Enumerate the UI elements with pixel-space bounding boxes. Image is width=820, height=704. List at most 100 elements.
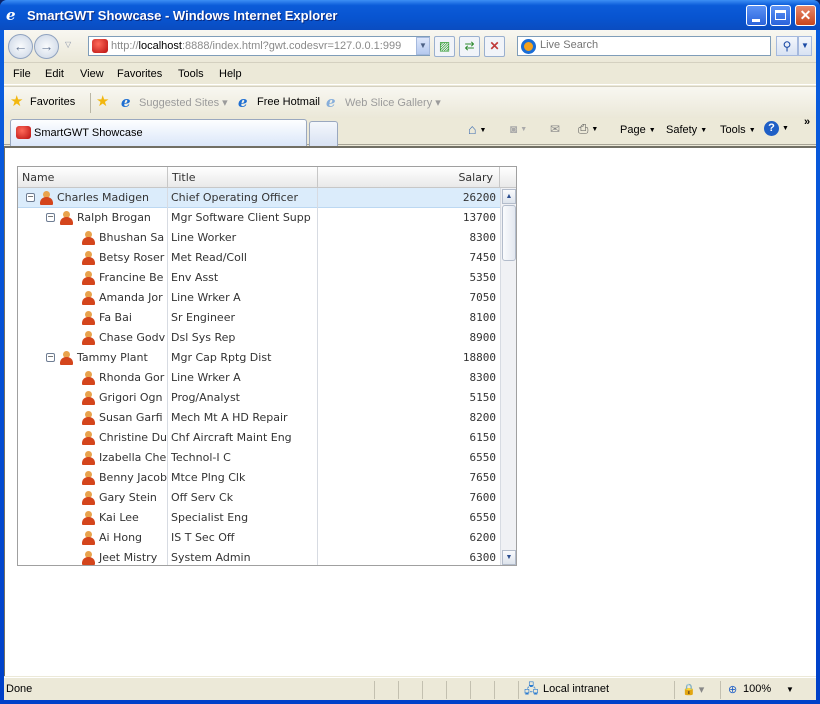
favorites-button[interactable]: Favorites <box>30 96 75 108</box>
live-search-box[interactable] <box>517 36 771 56</box>
menu-favorites[interactable]: Favorites <box>117 68 162 80</box>
table-row[interactable]: Grigori Ogn Prog/Analyst 5150 <box>18 388 500 408</box>
collapse-toggle-icon[interactable]: − <box>46 353 55 362</box>
menu-tools[interactable]: Tools <box>178 68 204 80</box>
address-field[interactable]: http://localhost:8888/index.html?gwt.cod… <box>88 36 430 56</box>
person-icon <box>82 271 95 285</box>
cell-name: − Tammy Plant <box>18 348 168 368</box>
cell-title: Met Read/Coll <box>168 248 318 268</box>
table-row[interactable]: Susan Garfi Mech Mt A HD Repair 8200 <box>18 408 500 428</box>
ie-page-icon: e <box>121 93 131 111</box>
stop-button[interactable]: ✕ <box>484 36 505 57</box>
help-menu[interactable]: ? ▼ <box>764 121 789 136</box>
zoom-level[interactable]: 100% <box>743 683 771 695</box>
recent-pages-dropdown[interactable]: ▽ <box>65 40 71 49</box>
table-row[interactable]: − Charles Madigen Chief Operating Officer 2… <box>18 188 500 208</box>
person-icon <box>82 471 95 485</box>
maximize-button[interactable] <box>770 5 791 26</box>
table-row[interactable]: Gary Stein Off Serv Ck 7600 <box>18 488 500 508</box>
page-menu[interactable]: Page ▼ <box>620 124 656 136</box>
employee-tree-grid: Name Title Salary − Charles Madigen Chief … <box>17 166 517 566</box>
tab-smartgwt-showcase[interactable]: SmartGWT Showcase <box>10 119 307 146</box>
add-favorite-icon[interactable]: ★ <box>96 92 109 110</box>
table-row[interactable]: Izabella Che Technol-I C 6550 <box>18 448 500 468</box>
window-title: SmartGWT Showcase - Windows Internet Exp… <box>27 8 338 23</box>
column-header-title[interactable]: Title <box>168 167 318 188</box>
more-commands-chevron[interactable]: » <box>804 116 810 128</box>
read-mail-button[interactable]: ✉ <box>550 122 560 136</box>
menu-help[interactable]: Help <box>219 68 242 80</box>
minimize-button[interactable] <box>746 5 767 26</box>
collapse-toggle-icon[interactable]: − <box>26 193 35 202</box>
employee-name: Fa Bai <box>99 311 132 324</box>
table-row[interactable]: Chase Godv Dsl Sys Rep 8900 <box>18 328 500 348</box>
table-row[interactable]: Ai Hong IS T Sec Off 6200 <box>18 528 500 548</box>
cell-name: Fa Bai <box>18 308 168 328</box>
table-row[interactable]: − Tammy Plant Mgr Cap Rptg Dist 18800 <box>18 348 500 368</box>
table-row[interactable]: Jeet Mistry System Admin 6300 <box>18 548 500 565</box>
compatibility-view-button[interactable]: ▨ <box>434 36 455 57</box>
cell-name: Gary Stein <box>18 488 168 508</box>
cell-title: Chf Aircraft Maint Eng <box>168 428 318 448</box>
tab-bar: SmartGWT Showcase ⌂ ▼ ◙ ▼ ✉ ⎙ ▼ Page ▼ Safet… <box>4 116 816 146</box>
menu-view[interactable]: View <box>80 68 104 80</box>
address-dropdown-button[interactable]: ▼ <box>416 37 430 55</box>
employee-name: Christine Du <box>99 431 168 444</box>
search-options-dropdown[interactable]: ▼ <box>798 36 812 56</box>
menu-file[interactable]: File <box>13 68 31 80</box>
menu-edit[interactable]: Edit <box>45 68 64 80</box>
cell-salary: 6550 <box>469 511 497 524</box>
page-favicon-icon <box>16 126 31 139</box>
free-hotmail-link[interactable]: Free Hotmail <box>257 96 320 108</box>
scroll-down-button[interactable]: ▼ <box>502 550 516 565</box>
employee-name: Amanda Jor <box>99 291 163 304</box>
tools-menu[interactable]: Tools ▼ <box>720 124 756 136</box>
forward-button[interactable]: → <box>34 34 59 59</box>
collapse-toggle-icon[interactable]: − <box>46 213 55 222</box>
table-row[interactable]: Rhonda Gor Line Wrker A 8300 <box>18 368 500 388</box>
column-header-salary[interactable]: Salary <box>318 167 500 188</box>
cell-salary: 5350 <box>469 271 497 284</box>
zoom-dropdown[interactable]: ▼ <box>786 685 794 694</box>
column-header-name[interactable]: Name <box>18 167 168 188</box>
person-icon <box>82 411 95 425</box>
person-icon <box>82 531 95 545</box>
table-row[interactable]: Benny Jacob Mtce Plng Clk 7650 <box>18 468 500 488</box>
ie-page-icon: e <box>326 93 336 111</box>
close-button[interactable]: ✕ <box>795 5 816 26</box>
web-slice-gallery-link[interactable]: Web Slice Gallery ▾ <box>345 96 441 109</box>
table-row[interactable]: Francine Be Env Asst 5350 <box>18 268 500 288</box>
cell-name: Amanda Jor <box>18 288 168 308</box>
vertical-scrollbar[interactable]: ▲ ▼ <box>500 188 516 565</box>
url-host: localhost <box>138 40 182 52</box>
cell-salary: 8300 <box>469 231 497 244</box>
home-button[interactable]: ⌂ ▼ <box>468 121 486 137</box>
suggested-sites-link[interactable]: Suggested Sites ▾ <box>139 96 228 109</box>
table-row[interactable]: Kai Lee Specialist Eng 6550 <box>18 508 500 528</box>
new-tab-button[interactable] <box>309 121 338 146</box>
table-row[interactable]: Amanda Jor Line Wrker A 7050 <box>18 288 500 308</box>
person-icon <box>82 451 95 465</box>
page-favicon-icon <box>92 39 108 53</box>
protected-mode-icon[interactable]: 🔒 ▾ <box>682 683 704 696</box>
search-input[interactable] <box>540 39 766 51</box>
table-row[interactable]: Bhushan Sa Line Worker 8300 <box>18 228 500 248</box>
scroll-up-button[interactable]: ▲ <box>502 189 516 204</box>
print-button[interactable]: ⎙ ▼ <box>578 121 598 137</box>
refresh-button[interactable]: ⇄ <box>459 36 480 57</box>
table-row[interactable]: Fa Bai Sr Engineer 8100 <box>18 308 500 328</box>
cell-title: Mgr Cap Rptg Dist <box>168 348 318 368</box>
scroll-thumb[interactable] <box>502 205 516 261</box>
feeds-button[interactable]: ◙ ▼ <box>510 122 527 136</box>
safety-menu[interactable]: Safety ▼ <box>666 124 707 136</box>
table-row[interactable]: Betsy Roser Met Read/Coll 7450 <box>18 248 500 268</box>
person-icon <box>82 231 95 245</box>
magnifier-icon: ⚲ <box>782 39 792 53</box>
network-zone-icon: 🖧 <box>524 681 539 696</box>
search-button[interactable]: ⚲ <box>776 36 798 56</box>
back-button[interactable]: ← <box>8 34 33 59</box>
cell-title: IS T Sec Off <box>168 528 318 548</box>
employee-name: Benny Jacob <box>99 471 168 484</box>
table-row[interactable]: − Ralph Brogan Mgr Software Client Supp 137… <box>18 208 500 228</box>
table-row[interactable]: Christine Du Chf Aircraft Maint Eng 6150 <box>18 428 500 448</box>
